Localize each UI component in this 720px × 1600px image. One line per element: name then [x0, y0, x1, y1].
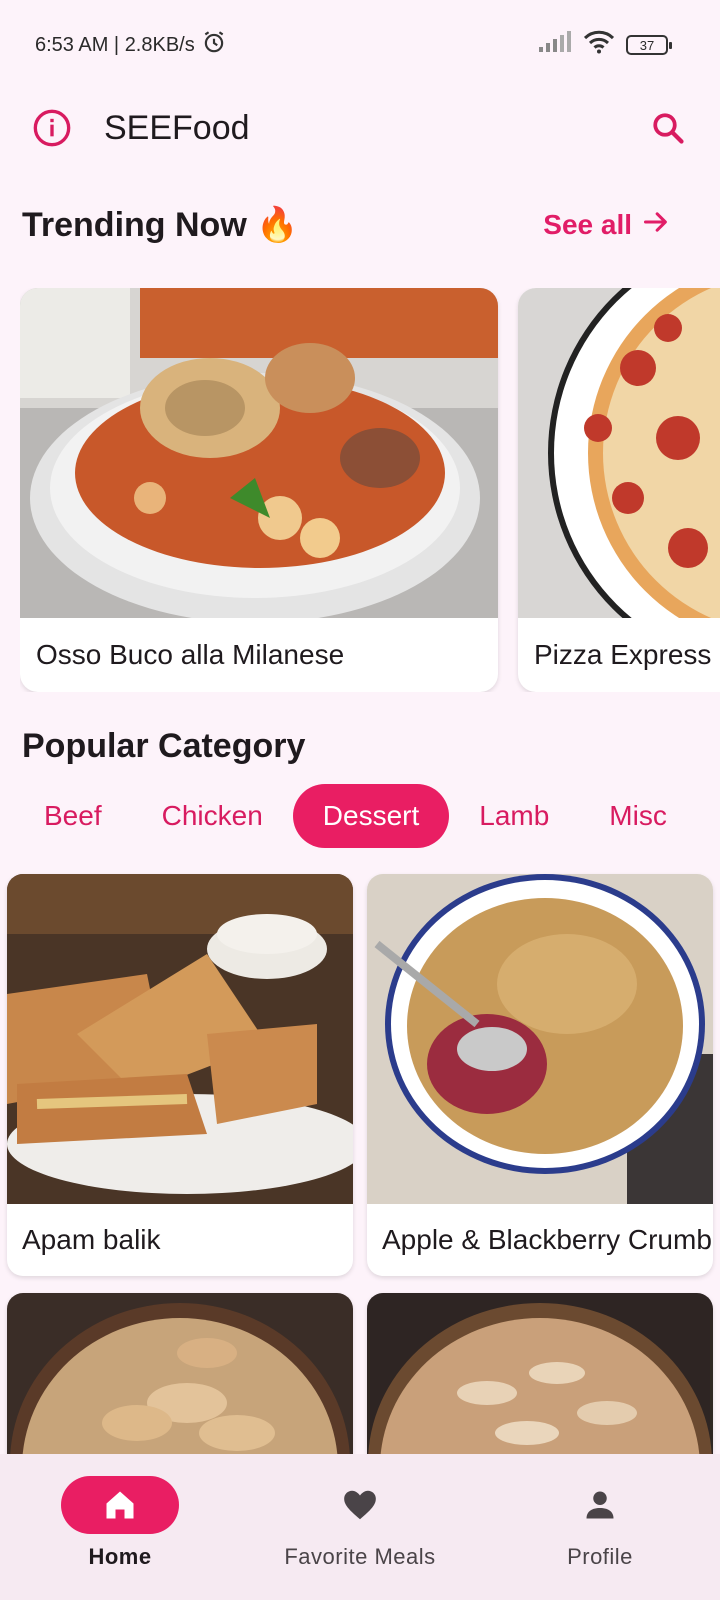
signal-icon — [538, 31, 572, 59]
status-left: 6:53 AM | 2.8KB/s — [35, 29, 227, 61]
search-icon[interactable] — [646, 106, 690, 150]
battery-level: 37 — [639, 37, 655, 53]
chip-misc[interactable]: Misc — [579, 784, 697, 848]
meal-image — [518, 288, 720, 618]
nav-favorites[interactable]: Favorite Meals — [240, 1454, 480, 1600]
category-title: Popular Category — [22, 726, 306, 765]
nav-favorites-label: Favorite Meals — [284, 1544, 436, 1569]
trending-card-title: Osso Buco alla Milanese — [36, 639, 345, 670]
meal-card[interactable] — [7, 1293, 353, 1454]
nav-home-label: Home — [88, 1544, 152, 1569]
nav-home[interactable]: Home — [0, 1454, 240, 1600]
see-all-button[interactable]: See all — [543, 208, 670, 243]
chip-dessert[interactable]: Dessert — [292, 784, 450, 848]
battery-icon: 37 — [626, 35, 672, 55]
status-right: 37 — [538, 30, 672, 60]
arrow-right-icon — [642, 208, 670, 243]
category-chips[interactable]: Beef Chicken Dessert Lamb Misc — [14, 784, 720, 848]
home-icon — [61, 1476, 179, 1534]
trending-title: Trending Now 🔥 — [22, 206, 299, 244]
meal-card[interactable]: Apple & Blackberry Crumble — [367, 874, 713, 1276]
info-icon[interactable] — [30, 106, 74, 150]
nav-profile-label: Profile — [567, 1544, 633, 1569]
nav-profile[interactable]: Profile — [480, 1454, 720, 1600]
meal-card[interactable] — [367, 1293, 713, 1454]
meal-card-title: Apam balik — [22, 1224, 161, 1255]
bottom-navigation: Home Favorite Meals Profile — [0, 1454, 720, 1600]
trending-carousel[interactable]: Osso Buco alla Milanese Pizza Express Ma… — [20, 288, 720, 692]
status-bar: 6:53 AM | 2.8KB/s 37 — [0, 0, 720, 90]
meal-image — [367, 874, 713, 1204]
person-icon — [541, 1476, 659, 1534]
category-header: Popular Category — [22, 722, 670, 770]
meal-card[interactable]: Apam balik — [7, 874, 353, 1276]
status-time: 6:53 AM | 2.8KB/s — [35, 33, 195, 56]
heart-icon — [301, 1476, 419, 1534]
see-all-label: See all — [543, 209, 632, 240]
app-title: SEEFood — [104, 108, 250, 147]
trending-card[interactable]: Osso Buco alla Milanese — [20, 288, 498, 692]
meal-image — [367, 1293, 713, 1454]
chip-lamb[interactable]: Lamb — [449, 784, 579, 848]
trending-card-title: Pizza Express Margherita — [534, 639, 720, 670]
trending-header: Trending Now 🔥 See all — [22, 200, 670, 250]
chip-beef[interactable]: Beef — [14, 784, 132, 848]
meal-image — [7, 874, 353, 1204]
alarm-icon — [201, 29, 227, 61]
meal-image — [20, 288, 498, 618]
chip-chicken[interactable]: Chicken — [132, 784, 293, 848]
meal-card-title: Apple & Blackberry Crumble — [382, 1224, 713, 1255]
meal-image — [7, 1293, 353, 1454]
app-bar: SEEFood — [0, 90, 720, 166]
wifi-icon — [583, 30, 615, 60]
trending-card[interactable]: Pizza Express Margherita — [518, 288, 720, 692]
